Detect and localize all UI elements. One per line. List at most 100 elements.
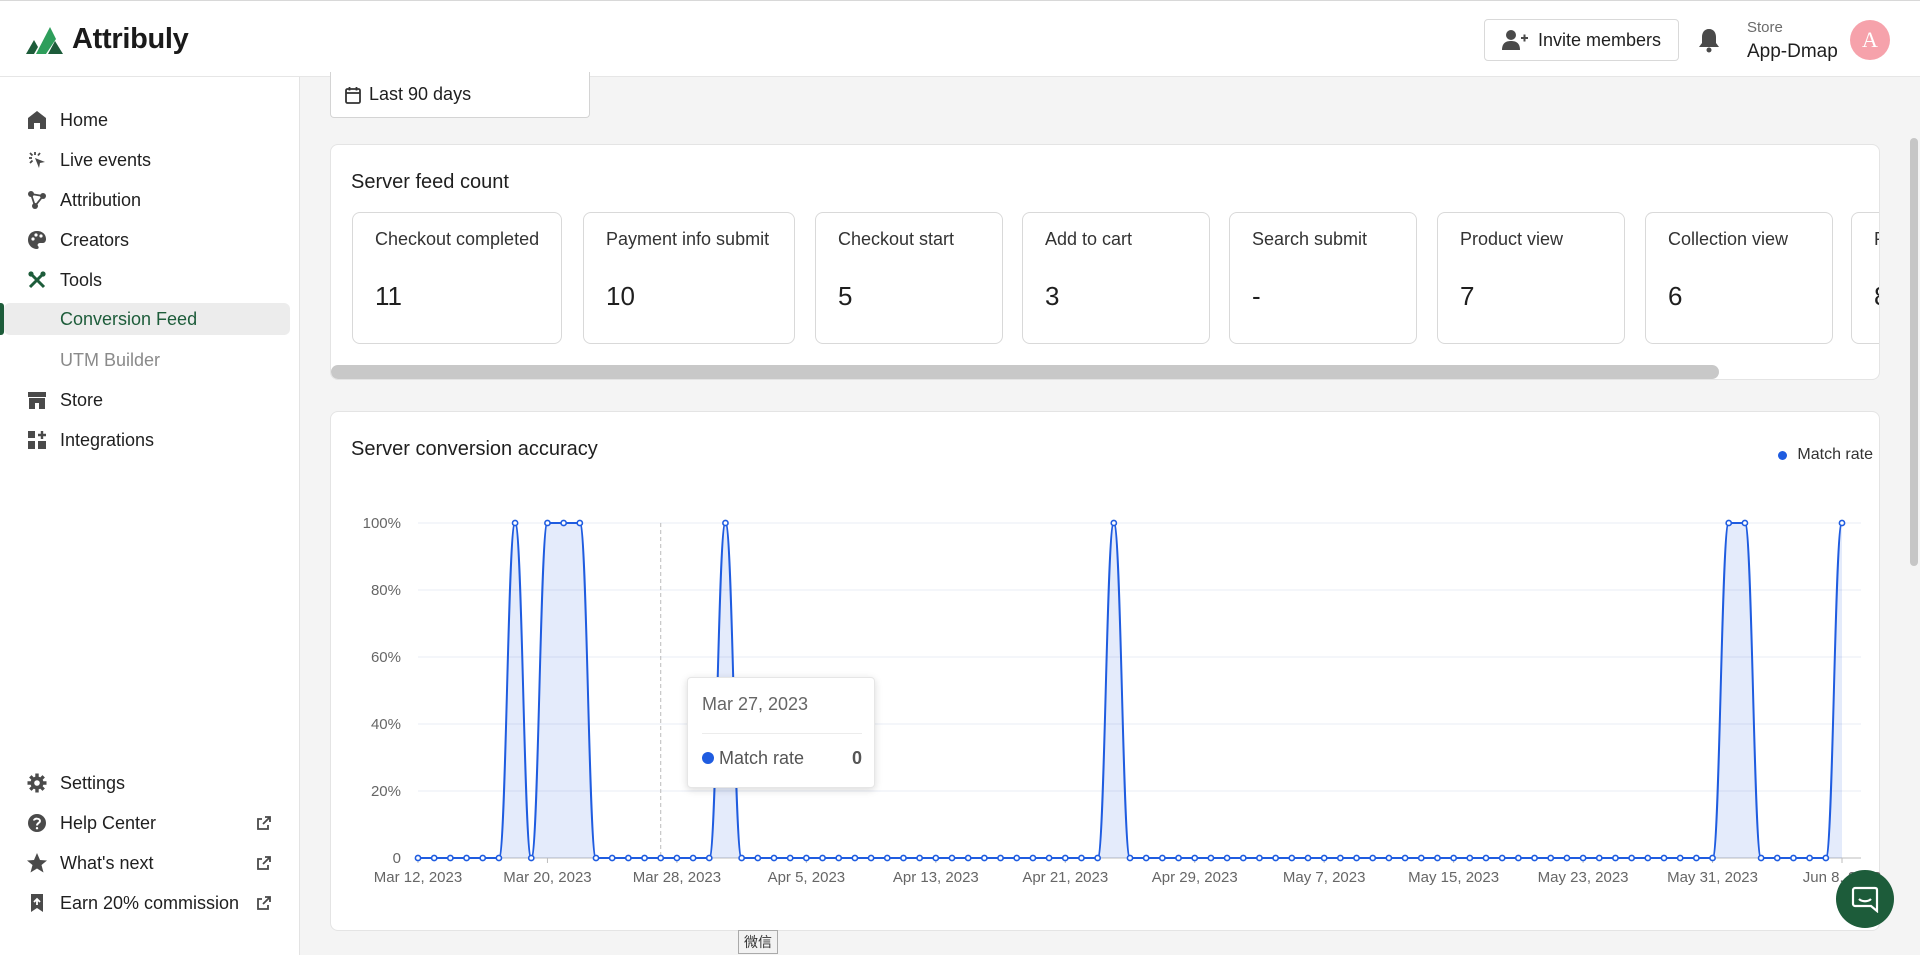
data-point[interactable] bbox=[689, 854, 697, 862]
data-point[interactable] bbox=[1175, 854, 1182, 862]
data-point[interactable] bbox=[624, 854, 632, 862]
match-rate-chart[interactable]: 0 20% 40% 60% 80% 100% Mar 12, 2023 Mar 20, 20… bbox=[331, 412, 1881, 912]
data-point[interactable] bbox=[1320, 854, 1328, 862]
data-point[interactable] bbox=[1579, 854, 1587, 862]
data-point[interactable] bbox=[673, 854, 681, 862]
sidebar-item-integrations[interactable]: Integrations bbox=[0, 424, 300, 456]
data-point[interactable] bbox=[738, 854, 746, 862]
data-point[interactable] bbox=[1158, 854, 1166, 862]
data-point[interactable] bbox=[1725, 519, 1733, 527]
data-point[interactable] bbox=[544, 519, 551, 527]
data-point[interactable] bbox=[1336, 854, 1344, 862]
data-point[interactable] bbox=[560, 519, 568, 527]
data-point[interactable] bbox=[1514, 854, 1522, 862]
data-point[interactable] bbox=[1482, 854, 1490, 862]
sidebar-item-creators[interactable]: Creators bbox=[0, 224, 300, 256]
data-point[interactable] bbox=[1385, 854, 1393, 862]
data-point[interactable] bbox=[1450, 854, 1458, 862]
sidebar-item-conversion-feed[interactable]: Conversion Feed bbox=[4, 303, 290, 335]
data-point[interactable] bbox=[1628, 854, 1636, 862]
data-point[interactable] bbox=[446, 854, 454, 862]
data-point[interactable] bbox=[964, 854, 972, 862]
sidebar-item-utm-builder[interactable]: UTM Builder bbox=[0, 344, 300, 376]
data-point[interactable] bbox=[1822, 854, 1830, 862]
data-point[interactable] bbox=[1061, 854, 1069, 862]
data-point[interactable] bbox=[1692, 854, 1700, 862]
data-point[interactable] bbox=[1353, 854, 1360, 862]
invite-members-button[interactable]: Invite members bbox=[1484, 19, 1679, 61]
data-point[interactable] bbox=[1110, 519, 1118, 527]
data-point[interactable] bbox=[608, 854, 616, 862]
date-range-button[interactable]: Last 90 days bbox=[330, 72, 590, 118]
data-point[interactable] bbox=[1223, 854, 1231, 862]
data-point[interactable] bbox=[1045, 854, 1053, 862]
data-point[interactable] bbox=[851, 854, 859, 862]
data-point[interactable] bbox=[1288, 854, 1296, 862]
data-point[interactable] bbox=[463, 854, 470, 862]
data-point[interactable] bbox=[932, 854, 940, 862]
data-point[interactable] bbox=[1660, 854, 1668, 862]
data-point[interactable] bbox=[948, 854, 956, 862]
bell-icon[interactable] bbox=[1697, 27, 1721, 53]
data-point[interactable] bbox=[1272, 854, 1280, 862]
data-point[interactable] bbox=[900, 854, 907, 862]
data-point[interactable] bbox=[1612, 854, 1619, 862]
data-point[interactable] bbox=[1644, 854, 1652, 862]
horizontal-scrollbar[interactable] bbox=[331, 365, 1719, 379]
data-point[interactable] bbox=[1191, 854, 1199, 862]
avatar[interactable]: A bbox=[1850, 20, 1890, 60]
data-point[interactable] bbox=[835, 854, 843, 862]
chat-button[interactable] bbox=[1836, 870, 1894, 928]
data-point[interactable] bbox=[770, 854, 778, 862]
data-point[interactable] bbox=[802, 854, 810, 862]
data-point[interactable] bbox=[1142, 854, 1150, 862]
sidebar-item-earn-commission[interactable]: Earn 20% commission bbox=[0, 887, 300, 919]
data-point[interactable] bbox=[657, 854, 665, 862]
data-point[interactable] bbox=[479, 854, 487, 862]
data-point[interactable] bbox=[1498, 854, 1506, 862]
data-point[interactable] bbox=[1773, 854, 1781, 862]
data-point[interactable] bbox=[1806, 854, 1814, 862]
data-point[interactable] bbox=[819, 854, 826, 862]
data-point[interactable] bbox=[1126, 854, 1134, 862]
data-point[interactable] bbox=[511, 519, 519, 527]
data-point[interactable] bbox=[867, 854, 875, 862]
data-point[interactable] bbox=[414, 854, 422, 862]
data-point[interactable] bbox=[705, 854, 713, 862]
data-point[interactable] bbox=[1531, 854, 1538, 862]
data-point[interactable] bbox=[1304, 854, 1312, 862]
sidebar-item-attribution[interactable]: Attribution bbox=[0, 184, 300, 216]
data-point[interactable] bbox=[1094, 854, 1102, 862]
data-point[interactable] bbox=[1741, 519, 1749, 527]
sidebar-item-whats-next[interactable]: What's next bbox=[0, 847, 300, 879]
data-point[interactable] bbox=[997, 854, 1004, 862]
sidebar-item-home[interactable]: Home bbox=[0, 104, 300, 136]
data-point[interactable] bbox=[1207, 854, 1215, 862]
data-point[interactable] bbox=[1369, 854, 1377, 862]
data-point[interactable] bbox=[883, 854, 891, 862]
data-point[interactable] bbox=[1417, 854, 1425, 862]
data-point[interactable] bbox=[786, 854, 794, 862]
data-point[interactable] bbox=[576, 519, 584, 527]
data-point[interactable] bbox=[1547, 854, 1555, 862]
data-point[interactable] bbox=[722, 519, 729, 527]
data-point[interactable] bbox=[1078, 854, 1085, 862]
data-point[interactable] bbox=[641, 854, 648, 862]
data-point[interactable] bbox=[527, 854, 535, 862]
data-point[interactable] bbox=[754, 854, 762, 862]
data-point[interactable] bbox=[1563, 854, 1571, 862]
sidebar-item-store[interactable]: Store bbox=[0, 384, 300, 416]
data-point[interactable] bbox=[1790, 854, 1797, 862]
data-point[interactable] bbox=[916, 854, 924, 862]
data-point[interactable] bbox=[1029, 854, 1037, 862]
data-point[interactable] bbox=[1256, 854, 1263, 862]
vertical-scrollbar[interactable] bbox=[1910, 138, 1918, 566]
data-point[interactable] bbox=[1013, 854, 1021, 862]
data-point[interactable] bbox=[1838, 519, 1846, 527]
data-point[interactable] bbox=[1757, 854, 1765, 862]
sidebar-item-help-center[interactable]: Help Center bbox=[0, 807, 300, 839]
data-point[interactable] bbox=[1239, 854, 1247, 862]
logo[interactable]: Attribuly bbox=[24, 21, 189, 57]
data-point[interactable] bbox=[1595, 854, 1603, 862]
data-point[interactable] bbox=[1401, 854, 1409, 862]
